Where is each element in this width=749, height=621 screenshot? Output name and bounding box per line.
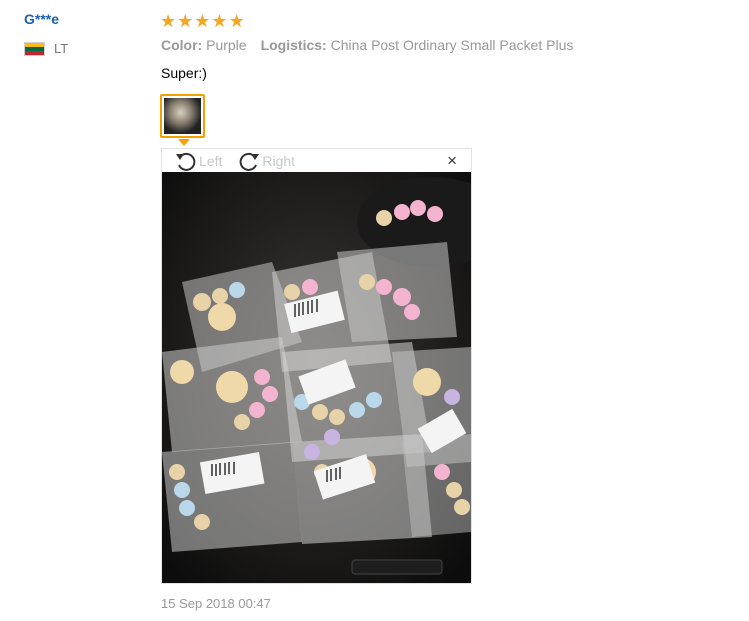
star-icon: ★ (160, 11, 177, 31)
lithuania-flag-icon (24, 41, 45, 56)
star-icon: ★ (211, 11, 228, 31)
color-label: Color: (161, 37, 203, 53)
thumbnail-pointer (178, 139, 190, 146)
rotate-right-label: Right (262, 152, 296, 169)
logistics-label: Logistics: (260, 37, 327, 53)
buyer-name: G***e (24, 11, 60, 27)
star-rating: ★ ★ ★ ★ ★ (160, 11, 245, 31)
country-code: LT (54, 41, 69, 56)
star-icon: ★ (228, 11, 245, 31)
photo-viewer-toolbar: Left Right × (162, 149, 471, 172)
review-date: 15 Sep 2018 00:47 (161, 596, 271, 611)
rotate-left-icon (176, 152, 196, 171)
close-icon[interactable]: × (447, 152, 457, 169)
product-photo (162, 172, 471, 583)
review-text: Super:) (161, 65, 207, 81)
order-attributes: Color: Purple Logistics: China Post Ordi… (161, 37, 573, 53)
color-value: Purple (206, 37, 247, 53)
rotate-left-label: Left (199, 152, 223, 169)
photo-viewer: Left Right × (161, 148, 472, 584)
thumbnail-image (164, 98, 201, 134)
review-item: G***e LT ★ ★ ★ ★ ★ Color: Purple Logisti… (0, 0, 749, 621)
review-photo-thumbnail[interactable] (160, 94, 205, 138)
color-attribute: Color: Purple (161, 37, 247, 53)
rotate-left-button[interactable]: Left (174, 150, 222, 172)
star-icon: ★ (194, 11, 211, 31)
review-photo (162, 172, 471, 583)
star-icon: ★ (177, 11, 194, 31)
logistics-attribute: Logistics: China Post Ordinary Small Pac… (261, 37, 574, 53)
buyer-country: LT (24, 41, 68, 56)
rotate-right-button[interactable]: Right (237, 150, 295, 172)
logistics-value: China Post Ordinary Small Packet Plus (330, 37, 574, 53)
rotate-right-icon (239, 152, 260, 171)
